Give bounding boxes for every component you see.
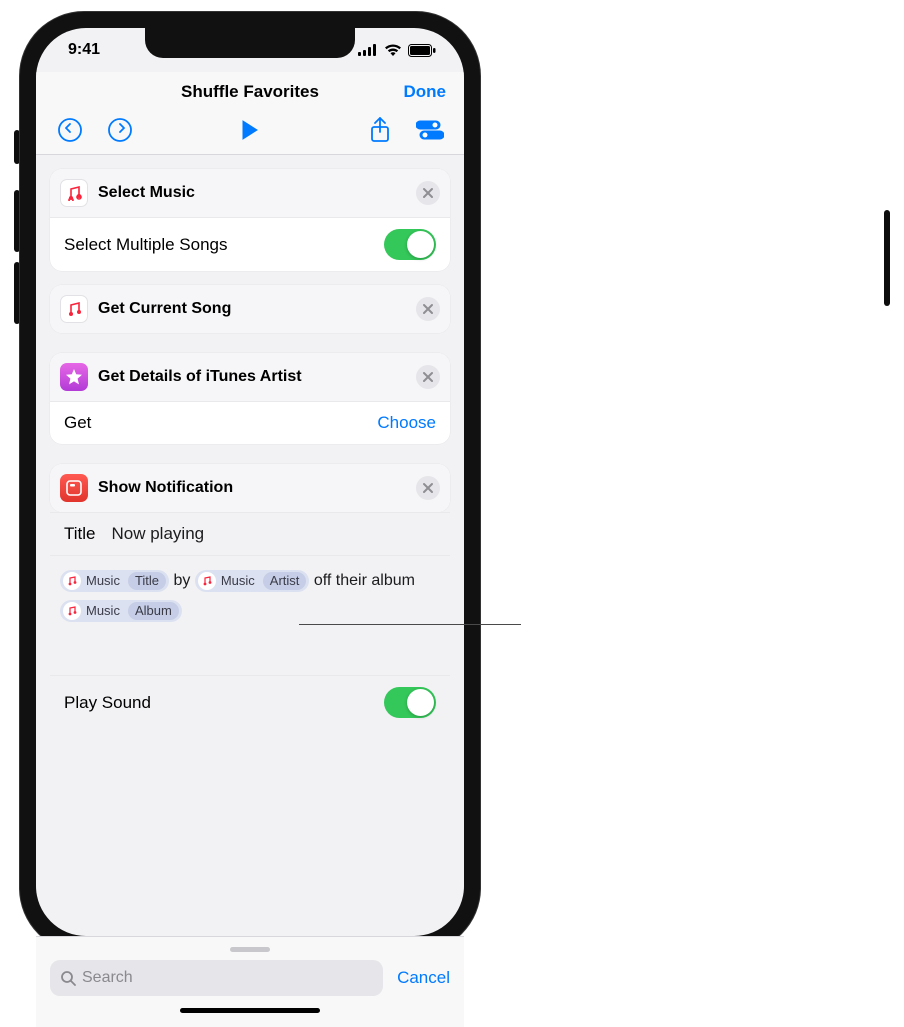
cellular-icon [358,44,378,56]
music-note-icon [198,572,216,590]
row-label: Get [64,413,91,433]
music-note-icon [63,572,81,590]
done-button[interactable]: Done [404,82,447,102]
action-get-details: Get Details of iTunes Artist Get Choose [50,353,450,444]
phone-frame: 9:41 Shuffle Favorites Done [20,12,480,952]
title-field-value[interactable]: Now playing [112,524,205,544]
search-placeholder: Search [82,969,133,987]
token-main: Music [84,566,126,596]
token-main: Music [84,596,126,626]
drawer-handle[interactable] [230,947,270,952]
music-note-icon [63,602,81,620]
token-main: Music [219,566,261,596]
play-button[interactable] [236,116,264,144]
callout-line [299,624,521,625]
music-app-icon [60,179,88,207]
cancel-button[interactable]: Cancel [397,968,450,988]
action-title: Show Notification [98,479,416,497]
notch [145,28,355,58]
remove-action-button[interactable] [416,476,440,500]
select-multiple-toggle[interactable] [384,229,436,260]
play-sound-label: Play Sound [64,693,151,713]
choose-button[interactable]: Choose [377,413,436,433]
remove-action-button[interactable] [416,365,440,389]
token-detail: Artist [263,572,307,590]
row-label: Select Multiple Songs [64,235,227,255]
power-button [884,210,890,306]
itunes-star-icon [60,363,88,391]
action-title: Get Current Song [98,300,416,318]
battery-icon [408,44,436,57]
wifi-icon [384,44,402,56]
search-input[interactable]: Search [50,960,383,996]
variable-token-music-artist[interactable]: Music Artist [195,570,310,592]
remove-action-button[interactable] [416,297,440,321]
share-button[interactable] [366,116,394,144]
remove-action-button[interactable] [416,181,440,205]
music-app-icon [60,295,88,323]
workflow-content[interactable]: Select Music Select Multiple Songs Get C… [36,155,464,936]
action-show-notification: Show Notification [50,464,450,512]
home-indicator[interactable] [180,1008,320,1013]
page-title: Shuffle Favorites [181,82,319,102]
notification-icon [60,474,88,502]
settings-button[interactable] [416,116,444,144]
action-connector [249,442,251,456]
undo-button[interactable] [56,116,84,144]
play-sound-toggle[interactable] [384,687,436,718]
nav-bar: Shuffle Favorites Done [36,72,464,155]
variable-token-music-album[interactable]: Music Album [60,600,182,622]
variable-token-music-title[interactable]: Music Title [60,570,169,592]
body-text: off their album [309,572,415,589]
notification-body-input[interactable]: Music Title by Music Artist off their al… [50,555,450,675]
action-connector [249,331,251,345]
bottom-bar: Search Cancel [36,936,464,1027]
search-icon [60,970,76,986]
status-time: 9:41 [68,41,100,59]
action-title: Select Music [98,184,416,202]
body-text: by [169,572,195,589]
token-detail: Album [128,602,179,620]
redo-button[interactable] [106,116,134,144]
title-field-label: Title [64,524,96,544]
token-detail: Title [128,572,166,590]
action-get-current-song: Get Current Song [50,285,450,333]
phone-screen: 9:41 Shuffle Favorites Done [36,28,464,936]
action-title: Get Details of iTunes Artist [98,368,416,386]
action-select-music: Select Music Select Multiple Songs [50,169,450,271]
